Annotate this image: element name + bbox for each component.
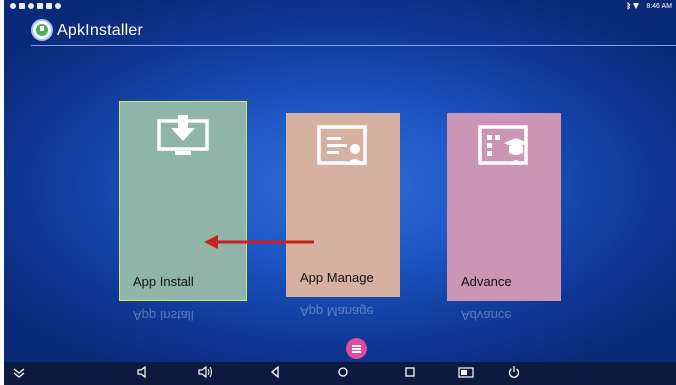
- volume-down-icon[interactable]: [134, 365, 152, 383]
- apk-installer-logo-icon: [31, 19, 53, 41]
- app-header: ApkInstaller: [4, 14, 676, 46]
- tile-app-install[interactable]: App Install App Install: [119, 101, 247, 323]
- back-icon[interactable]: [266, 365, 284, 383]
- annotation-arrow: [204, 235, 314, 249]
- presentation-person-icon: [317, 125, 367, 165]
- menu-button[interactable]: [346, 338, 367, 359]
- status-bar: 8:46 AM: [4, 0, 676, 14]
- volume-up-icon[interactable]: [197, 365, 215, 383]
- tile-advance[interactable]: Advance Advance: [447, 113, 561, 323]
- tile-label: Advance: [461, 274, 512, 289]
- tile-label-reflection: App Manage: [300, 304, 374, 319]
- home-icon[interactable]: [334, 365, 352, 383]
- power-icon[interactable]: [505, 365, 523, 383]
- screen-notification-icon: [19, 3, 25, 9]
- screenshot-icon[interactable]: [457, 365, 475, 383]
- system-status: 8:46 AM: [626, 2, 672, 10]
- hamburger-menu-icon: [352, 345, 361, 353]
- tile-label-reflection: Advance: [461, 308, 512, 323]
- clock: 8:46 AM: [646, 2, 672, 10]
- bluetooth-wifi-icon: [627, 2, 640, 10]
- navigation-bar: [4, 362, 676, 385]
- circle-notification-icon: [28, 3, 34, 9]
- warning-notification-icon: [46, 3, 52, 9]
- tile-label-reflection: App Install: [133, 308, 194, 323]
- collapse-icon[interactable]: [10, 365, 28, 383]
- download-monitor-icon: [157, 115, 209, 155]
- header-divider: [31, 45, 676, 46]
- image-notification-icon: [37, 3, 43, 9]
- notification-icons: [10, 3, 61, 9]
- sync-notification-icon: [55, 3, 61, 9]
- recents-icon[interactable]: [401, 365, 419, 383]
- android-screen: 8:46 AM ApkInstaller App Install App Ins…: [4, 0, 676, 385]
- settings-notification-icon: [10, 3, 16, 9]
- app-title: ApkInstaller: [57, 22, 143, 39]
- tile-label: App Manage: [300, 270, 374, 285]
- tile-app-manage[interactable]: App Manage App Manage: [286, 113, 400, 319]
- tile-label: App Install: [133, 274, 194, 289]
- graduation-board-icon: [478, 125, 528, 165]
